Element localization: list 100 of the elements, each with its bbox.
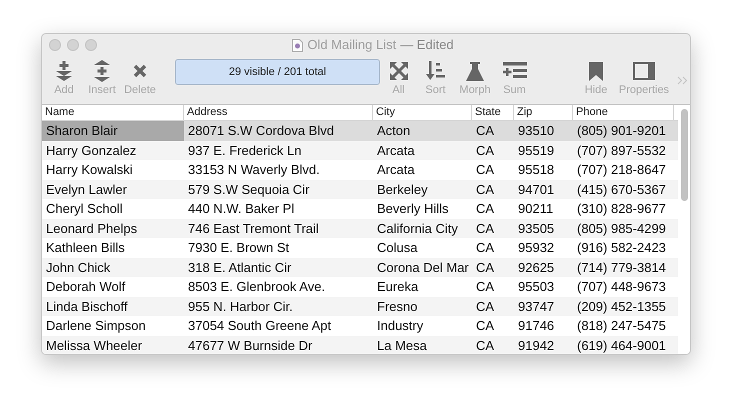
edited-status: — Edited — [400, 36, 454, 54]
table-cell-text: Linda Bischoff — [45, 298, 128, 316]
table-cell-text: Beverly Hills — [376, 200, 450, 218]
table-cell-text: 95503 — [517, 278, 556, 296]
column-header[interactable]: Zip — [514, 105, 573, 120]
table-cell-text: 937 E. Frederick Ln — [187, 142, 302, 160]
table-cell-text: (310) 828-9677 — [576, 200, 667, 218]
table-cell-text: (707) 218-8647 — [576, 161, 667, 179]
table-cell-text: Berkeley — [376, 180, 429, 199]
table-cell-text: (805) 901-9201 — [576, 122, 667, 140]
table-row[interactable]: Leonard Phelps 746 East Tremont Trail California City CA 93505 (805) 985-4299 — [42, 218, 678, 238]
bookmark-icon — [589, 62, 603, 80]
window-title: Old Mailing List — [307, 36, 396, 54]
record-count-field: 29 visible / 201 total — [175, 59, 380, 85]
table-cell-text: 95518 — [517, 161, 556, 179]
table-cell-text: 91746 — [517, 317, 556, 335]
column-header[interactable]: State — [472, 105, 514, 120]
column-header[interactable]: City — [373, 105, 472, 120]
table-cell-text: CA — [475, 200, 496, 218]
table-cell-text: 91942 — [517, 336, 556, 354]
table-cell-text: La Mesa — [376, 336, 428, 354]
table-cell-text: Leonard Phelps — [45, 220, 138, 238]
table-cell-text: 28071 S.W Cordova Blvd — [187, 122, 335, 140]
table-cell-text: 579 S.W Sequoia Cir — [187, 180, 310, 199]
table-cell-text: 95519 — [517, 142, 556, 160]
table-cell-text: (818) 247-5475 — [576, 317, 667, 335]
table-row[interactable]: Sharon Blair 28071 S.W Cordova Blvd Acton CA 93510 (805) 901-9201 — [42, 121, 678, 140]
table-cell-text: CA — [475, 258, 496, 276]
table-cell-text: 94701 — [517, 180, 556, 198]
table-cell-text: 90211 — [517, 200, 554, 218]
minimize-window-control[interactable] — [67, 39, 79, 51]
table-cell-text: 37054 South Greene Apt — [187, 317, 332, 335]
table-cell-text: Industry — [376, 317, 424, 335]
close-window-control[interactable] — [49, 39, 61, 51]
table-cell-text: CA — [475, 317, 496, 335]
table-cell-text: Cheryl Scholl — [45, 200, 124, 218]
table-cell-text: 746 East Tremont Trail — [187, 220, 320, 238]
table-cell-text: CA — [475, 239, 496, 257]
table-cell-text: CA — [475, 298, 496, 316]
table-cell-text: CA — [475, 142, 496, 160]
table-cell-text: California City — [376, 220, 459, 238]
table-cell-text: CA — [475, 161, 496, 179]
table-cell-text: 93747 — [517, 298, 556, 316]
insert-row-icon — [93, 60, 111, 82]
zoom-window-control[interactable] — [85, 39, 97, 51]
table-cell-text: CA — [475, 278, 496, 296]
flask-icon — [466, 62, 484, 80]
table-cell-text: 8503 E. Glenbrook Ave. — [187, 278, 326, 296]
table-cell-text: Harry Kowalski — [45, 161, 134, 179]
delete-icon — [133, 64, 147, 78]
column-header[interactable]: Address — [184, 105, 373, 120]
table-cell-text: CA — [475, 220, 496, 238]
table-cell-text: CA — [475, 122, 496, 140]
table-cell-text: (619) 464-9001 — [576, 336, 667, 354]
sidebar-panel-icon — [633, 62, 655, 80]
document-icon — [292, 38, 304, 52]
scrollbar-thumb[interactable] — [680, 109, 688, 201]
table-cell-text: (707) 897-5532 — [576, 142, 667, 160]
table-cell-text: 955 N. Harbor Cir. — [187, 298, 294, 316]
table-cell-text: (714) 779-3814 — [576, 258, 667, 277]
table-cell-text: Fresno — [376, 298, 418, 316]
table-cell-text: John Chick — [45, 258, 112, 276]
table-cell-text: 95932 — [517, 239, 556, 257]
table-cell-text: Arcata — [376, 142, 416, 160]
table-cell-text: 7930 E. Brown St — [187, 239, 290, 257]
table-cell-text: (415) 670-5367 — [576, 180, 667, 199]
table-cell-text: 93510 — [517, 122, 556, 140]
table-row[interactable]: John Chick 318 E. Atlantic Cir Corona Del Mar CA 92625 (714) 779-3814 — [42, 258, 678, 277]
table-cell-text: Eureka — [376, 278, 420, 296]
more-tools-chevron-icon[interactable] — [677, 76, 688, 85]
table-cell-text: 318 E. Atlantic Cir — [187, 258, 292, 276]
table-cell-text: Darlene Simpson — [45, 317, 147, 335]
table-cell-text: 47677 W Burnside Dr — [187, 336, 314, 354]
table-cell: Sharon Blair — [42, 121, 184, 140]
column-header[interactable]: Phone — [573, 105, 674, 120]
table-cell-text: CA — [475, 336, 496, 354]
table-row[interactable]: Harry Gonzalez 937 E. Frederick Ln Arcata CA 95519 (707) 897-5532 — [42, 140, 678, 160]
table-cell-text: 33153 N Waverly Blvd. — [187, 161, 321, 179]
table-cell-text: (707) 448-9673 — [576, 278, 667, 296]
table-cell-text: (916) 582-2423 — [576, 239, 667, 257]
table-cell-text: 440 N.W. Baker Pl — [187, 200, 296, 218]
table-row[interactable]: Evelyn Lawler 579 S.W Sequoia Cir Berkeley CA 94701 (415) 670-5367 — [42, 180, 678, 199]
table-cell-text: Melissa Wheeler — [45, 336, 144, 354]
sort-icon — [426, 61, 446, 81]
table-cell-text: Evelyn Lawler — [45, 180, 128, 199]
table-cell-text: Kathleen Bills — [45, 239, 126, 257]
table-cell-text: Corona Del Mar — [376, 258, 470, 276]
table-cell-text: Deborah Wolf — [45, 278, 126, 296]
add-row-icon — [55, 61, 73, 81]
table-cell-text: (805) 985-4299 — [576, 220, 667, 238]
table-cell-text: Colusa — [376, 239, 418, 257]
table-row[interactable]: Melissa Wheeler 47677 W Burnside Dr La Mesa CA 91942 (619) 464-9001 — [42, 336, 678, 354]
column-header[interactable]: Name — [42, 105, 184, 120]
expand-icon — [390, 62, 408, 80]
table-row[interactable]: Linda Bischoff 955 N. Harbor Cir. Fresno CA 93747 (209) 452-1355 — [42, 296, 678, 316]
table-cell-text: CA — [475, 180, 496, 198]
table-cell-text: Harry Gonzalez — [45, 142, 138, 160]
table-cell-text: (209) 452-1355 — [576, 298, 667, 316]
table-cell-text: Acton — [376, 122, 412, 140]
table-cell-text: 93505 — [517, 220, 556, 238]
